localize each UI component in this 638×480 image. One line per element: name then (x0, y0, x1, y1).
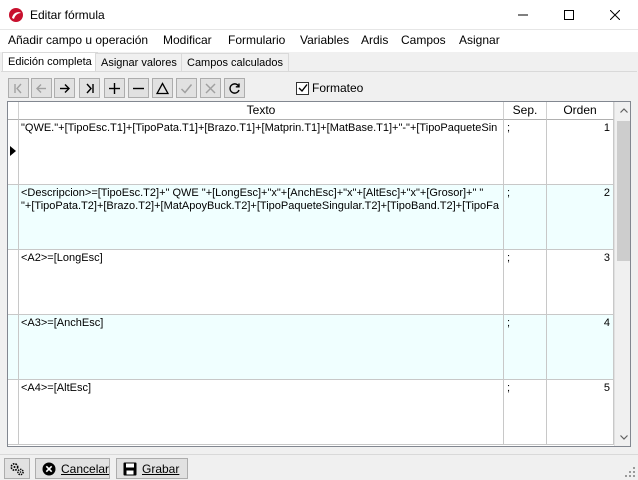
scroll-up-button[interactable] (615, 102, 630, 119)
format-checkbox[interactable] (296, 81, 309, 95)
order-cell[interactable]: 2 (547, 185, 614, 249)
row-indicator (8, 185, 19, 249)
table-row[interactable]: "QWE."+[TipoEsc.T1]+[TipoPata.T1]+[Brazo… (8, 120, 614, 185)
last-button[interactable] (79, 78, 100, 98)
footer-bar: Cancelar Grabar (0, 454, 638, 480)
sep-cell[interactable]: ; (504, 380, 547, 444)
refresh-icon (229, 82, 240, 94)
text-cell[interactable]: <A4>=[AltEsc] (19, 380, 504, 444)
menu-form[interactable]: Formulario (228, 33, 285, 47)
maximize-button[interactable] (546, 0, 592, 30)
table-row[interactable]: <A2>=[LongEsc] ; 3 (8, 250, 614, 315)
tab-calculated-fields[interactable]: Campos calculados (181, 53, 289, 72)
row-indicator (8, 250, 19, 314)
sep-cell[interactable]: ; (504, 185, 547, 249)
save-label: Grabar (142, 461, 180, 476)
text-line: <A4>=[AltEsc] (21, 382, 92, 394)
cancel-edit-button[interactable] (200, 78, 221, 98)
order-cell[interactable]: 5 (547, 380, 614, 444)
triangle-up-icon (156, 81, 169, 94)
window-title: Editar fórmula (30, 8, 105, 22)
title-bar: Editar fórmula (0, 0, 638, 30)
order-cell[interactable]: 4 (547, 315, 614, 379)
order-cell[interactable]: 1 (547, 120, 614, 184)
arrow-right-icon (60, 83, 70, 93)
cancel-label: Cancelar (61, 461, 110, 476)
text-cell[interactable]: "QWE."+[TipoEsc.T1]+[TipoPata.T1]+[Brazo… (19, 120, 504, 184)
sep-cell[interactable]: ; (504, 120, 547, 184)
minimize-icon (518, 14, 528, 16)
menu-bar: Añadir campo u operación Modificar Formu… (0, 30, 638, 52)
sep-cell[interactable]: ; (504, 315, 547, 379)
maximize-icon (564, 10, 574, 20)
order-cell[interactable]: 3 (547, 250, 614, 314)
floppy-disk-icon (123, 462, 137, 476)
text-line: "QWE."+[TipoEsc.T1]+[TipoPata.T1]+[Brazo… (21, 122, 498, 134)
previous-button[interactable] (31, 78, 52, 98)
scroll-down-button[interactable] (615, 429, 630, 446)
formula-grid[interactable]: Texto Sep. Orden "QWE."+[TipoEsc.T1]+[Ti… (7, 101, 631, 447)
edit-row-button[interactable] (152, 78, 173, 98)
header-text[interactable]: Texto (19, 102, 504, 120)
first-icon (14, 83, 22, 93)
minus-icon (133, 87, 144, 89)
checkmark-icon (180, 83, 193, 94)
current-row-arrow-icon (10, 146, 16, 156)
text-line: "+[TipoPata.T2]+[Brazo.T2]+[MatApoyBuck.… (21, 200, 499, 212)
first-button[interactable] (8, 78, 29, 98)
cancel-button[interactable]: Cancelar (35, 458, 110, 479)
plus-icon (109, 82, 120, 94)
text-cell[interactable]: <A3>=[AnchEsc] (19, 315, 504, 379)
text-cell[interactable]: <Descripcion>=[TipoEsc.T2]+" QWE "+[Long… (19, 185, 504, 249)
menu-modify[interactable]: Modificar (163, 33, 212, 47)
chevron-up-icon (619, 108, 628, 113)
table-row[interactable]: <A3>=[AnchEsc] ; 4 (8, 315, 614, 380)
add-row-button[interactable] (104, 78, 125, 98)
text-line: <A2>=[LongEsc] (21, 252, 103, 264)
header-order[interactable]: Orden (547, 102, 614, 120)
menu-assign[interactable]: Asignar (459, 33, 500, 47)
row-indicator (8, 120, 19, 184)
sep-cell[interactable]: ; (504, 250, 547, 314)
save-button[interactable]: Grabar (116, 458, 188, 479)
table-row[interactable]: <A4>=[AltEsc] ; 5 (8, 380, 614, 445)
close-icon (610, 10, 620, 20)
text-line: <Descripcion>=[TipoEsc.T2]+" QWE "+[Long… (21, 187, 484, 199)
next-button[interactable] (54, 78, 75, 98)
menu-add-field[interactable]: Añadir campo u operación (8, 33, 148, 47)
resize-grip-icon[interactable] (624, 466, 636, 478)
tab-assign-values[interactable]: Asignar valores (95, 53, 183, 72)
header-indicator (8, 102, 19, 120)
checkmark-icon (298, 84, 308, 93)
app-logo-icon (9, 8, 23, 22)
refresh-button[interactable] (224, 78, 245, 98)
arrow-left-icon (36, 83, 46, 93)
minimize-button[interactable] (500, 0, 546, 30)
settings-button[interactable] (4, 458, 30, 479)
row-indicator (8, 315, 19, 379)
confirm-button[interactable] (176, 78, 197, 98)
text-cell[interactable]: <A2>=[LongEsc] (19, 250, 504, 314)
table-row[interactable]: <Descripcion>=[TipoEsc.T2]+" QWE "+[Long… (8, 185, 614, 250)
delete-row-button[interactable] (128, 78, 149, 98)
chevron-down-icon (619, 435, 628, 440)
tab-full-edit[interactable]: Edición completa (2, 52, 98, 73)
scroll-thumb[interactable] (617, 121, 630, 261)
tab-strip: Edición completa Asignar valores Campos … (0, 52, 638, 73)
vertical-scrollbar[interactable] (614, 102, 630, 446)
text-line: <A3>=[AnchEsc] (21, 317, 104, 329)
format-label: Formateo (312, 81, 364, 95)
row-indicator (8, 380, 19, 444)
gears-icon (10, 462, 24, 475)
x-icon (205, 83, 216, 93)
last-icon (86, 83, 94, 93)
format-toggle[interactable]: Formateo (296, 80, 363, 96)
menu-fields[interactable]: Campos (401, 33, 446, 47)
cancel-circle-icon (42, 462, 56, 476)
menu-variables[interactable]: Variables (300, 33, 349, 47)
menu-ardis[interactable]: Ardis (361, 33, 388, 47)
close-button[interactable] (592, 0, 638, 30)
header-sep[interactable]: Sep. (504, 102, 547, 120)
